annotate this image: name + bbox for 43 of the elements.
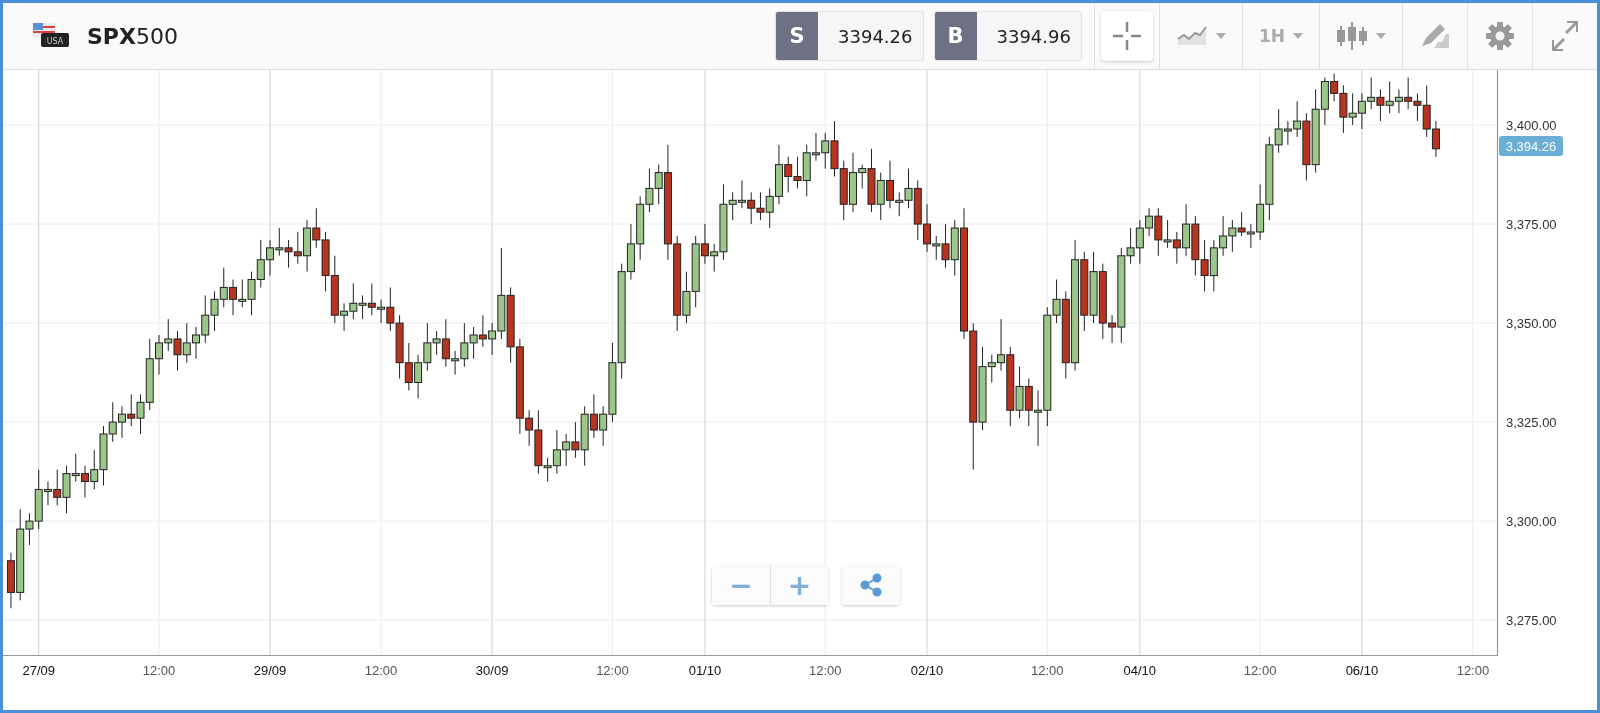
share-button[interactable] xyxy=(842,565,900,605)
time-axis-label: 01/10 xyxy=(688,663,722,678)
line-chart-icon xyxy=(1175,25,1208,47)
time-axis-label: 27/09 xyxy=(22,663,55,678)
quote-price: 3394.96 xyxy=(995,24,1072,49)
share-icon xyxy=(859,573,883,597)
time-axis-label: 12:00 xyxy=(142,663,176,678)
time-axis-label: 12:00 xyxy=(1456,663,1490,678)
quote-letter: S xyxy=(776,12,819,60)
price-axis-label: 3,300.00 xyxy=(1506,514,1557,530)
price-axis-label: 3,375.00 xyxy=(1506,217,1557,233)
caret-icon xyxy=(1293,33,1303,39)
zoom-in-button[interactable]: + xyxy=(770,565,828,605)
price-axis-label: 3,325.00 xyxy=(1506,415,1557,431)
instrument-title: SPX500 xyxy=(87,23,178,49)
last-price-badge: 3,394.26 xyxy=(1499,136,1563,156)
time-axis-label: 12:00 xyxy=(1031,663,1064,678)
pencil-icon xyxy=(1420,22,1450,50)
time-axis-label: 02/10 xyxy=(910,663,944,678)
timeframe-button[interactable]: 1H xyxy=(1248,11,1313,61)
settings-icon xyxy=(1485,21,1515,51)
time-axis-label: 29/09 xyxy=(253,663,287,678)
time-axis-label: 06/10 xyxy=(1345,663,1379,678)
price-axis-label: 3,400.00 xyxy=(1506,118,1557,134)
price-axis-label: 3,350.00 xyxy=(1506,316,1557,332)
time-axis-label: 12:00 xyxy=(596,663,629,678)
crosshair-icon xyxy=(1111,21,1142,51)
expand-icon xyxy=(1550,21,1580,51)
time-axis-label: 12:00 xyxy=(364,663,398,678)
price-quote-button[interactable]: B 3394.96 xyxy=(933,11,1082,61)
price-axis-label: 3,275.00 xyxy=(1506,613,1557,629)
time-axis-label: 04/10 xyxy=(1123,663,1157,678)
candlestick-icon xyxy=(1336,21,1368,51)
time-axis-label: 12:00 xyxy=(808,663,842,678)
time-axis-label: 12:00 xyxy=(1243,663,1277,678)
caret-icon xyxy=(1376,33,1386,39)
quote-letter: B xyxy=(934,12,977,60)
price-quote-button[interactable]: S 3394.26 xyxy=(775,11,924,61)
crosshair-button[interactable] xyxy=(1100,11,1153,61)
zoom-out-button[interactable]: − xyxy=(712,565,770,605)
quote-price: 3394.26 xyxy=(837,24,914,49)
time-axis-label: 30/09 xyxy=(475,663,509,678)
caret-icon xyxy=(1215,33,1226,39)
